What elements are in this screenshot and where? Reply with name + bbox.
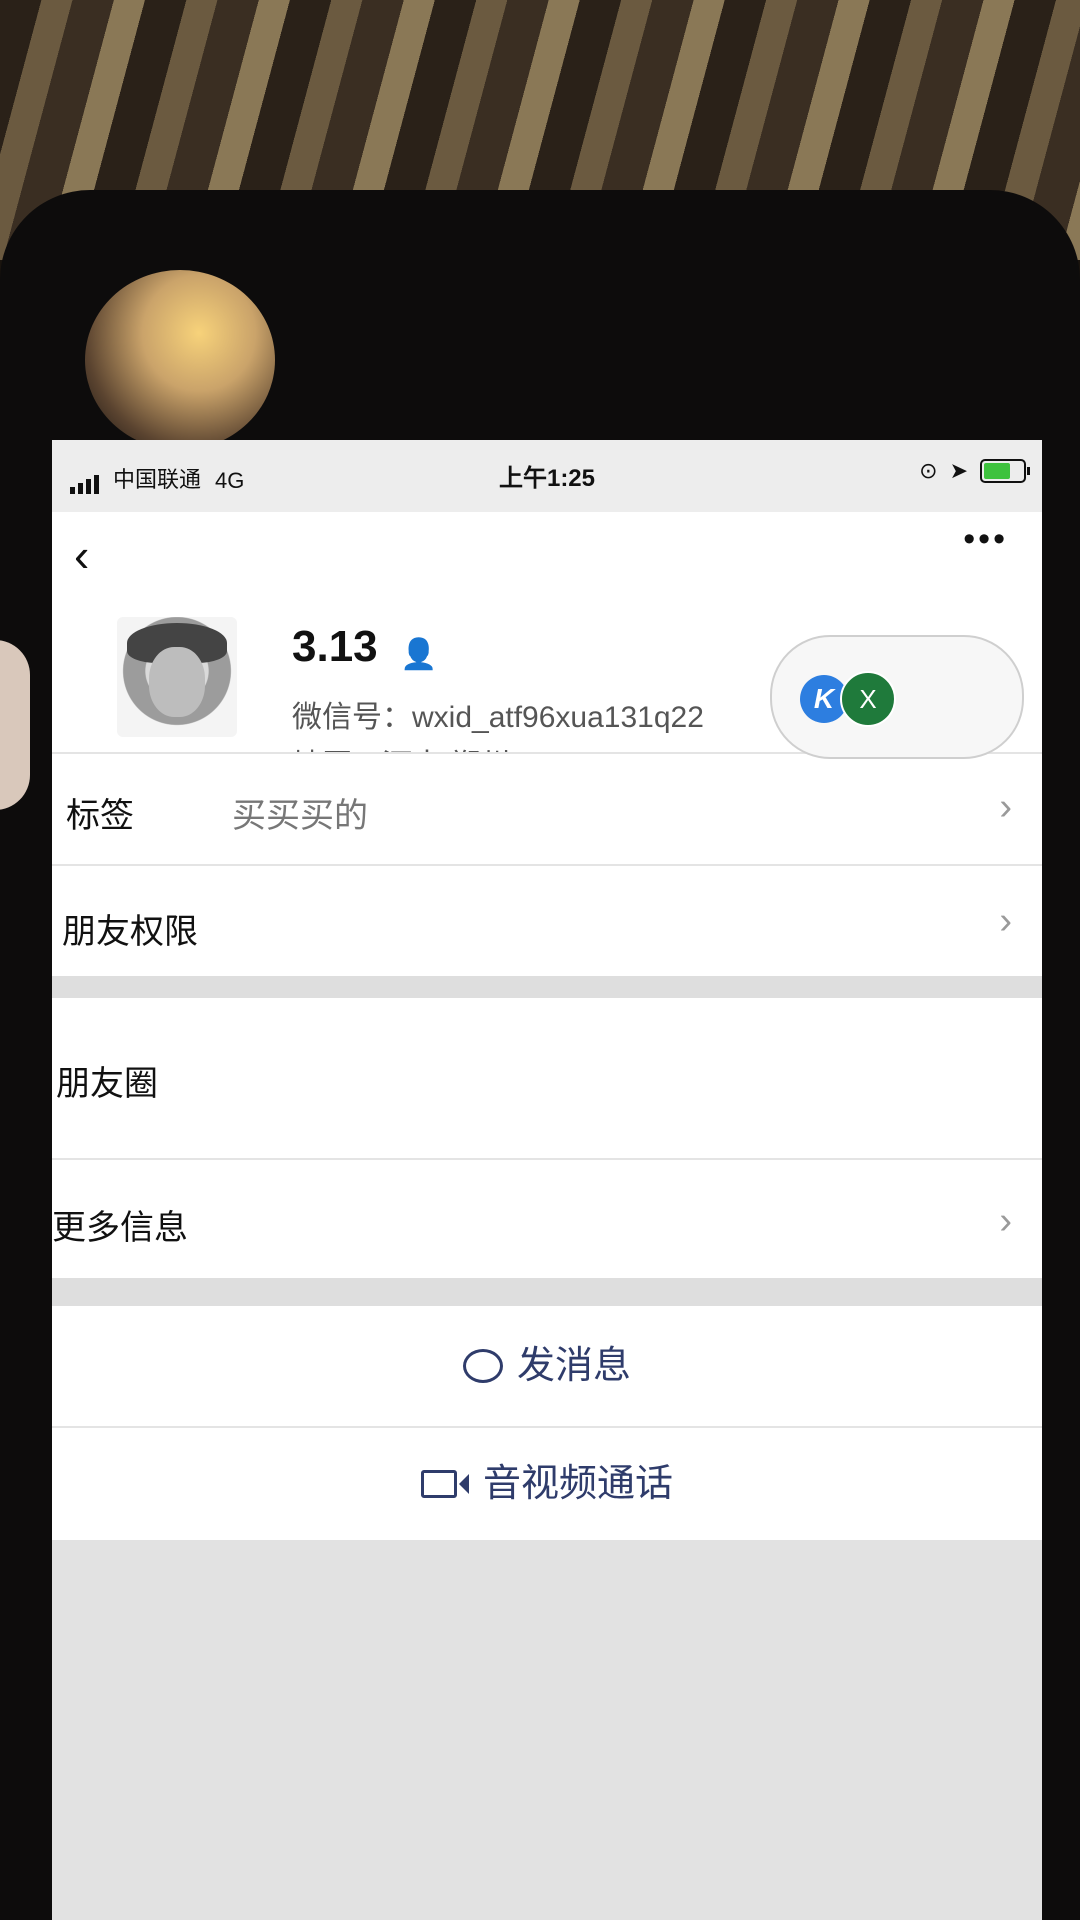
status-time: 上午1:25 bbox=[498, 465, 596, 492]
ellipsis-icon: ••• bbox=[963, 520, 1008, 558]
send-message-button[interactable]: 发消息 bbox=[52, 1306, 1042, 1426]
tags-row[interactable]: 标签 买买买的 › bbox=[52, 754, 1042, 864]
moments-row[interactable]: 朋友圈 bbox=[52, 998, 1042, 1158]
rotation-lock-icon: ⊙ bbox=[919, 458, 938, 483]
permissions-row[interactable]: 朋友权限 › bbox=[52, 866, 1042, 976]
section-gap bbox=[52, 1278, 1042, 1306]
bottom-area bbox=[52, 1540, 1042, 1920]
chevron-right-icon: › bbox=[999, 900, 1012, 942]
wechat-id: 微信号：wxid_atf96xua131q22 bbox=[292, 701, 704, 734]
back-button[interactable]: ‹ bbox=[74, 532, 89, 578]
contact-person-icon: 👤 bbox=[400, 638, 438, 671]
chat-bubble-icon bbox=[462, 1349, 503, 1383]
video-call-button[interactable]: 音视频通话 bbox=[52, 1428, 1042, 1540]
tags-label: 标签 bbox=[66, 797, 134, 835]
chevron-right-icon: › bbox=[999, 786, 1012, 828]
status-right: ⊙ ➤ bbox=[919, 458, 1030, 484]
moments-label: 朋友圈 bbox=[56, 1065, 158, 1103]
avatar[interactable] bbox=[117, 617, 237, 737]
location-icon: ➤ bbox=[949, 458, 968, 483]
video-camera-icon bbox=[420, 1470, 469, 1498]
battery-icon bbox=[980, 459, 1030, 483]
tags-value: 买买买的 bbox=[232, 797, 368, 835]
light-reflection bbox=[85, 270, 275, 450]
more-info-row[interactable]: 更多信息 › bbox=[52, 1160, 1042, 1278]
chevron-right-icon: › bbox=[999, 1200, 1012, 1242]
nickname: 3.13 bbox=[292, 622, 378, 671]
permissions-label: 朋友权限 bbox=[62, 913, 198, 951]
floating-widget[interactable]: K X bbox=[770, 635, 1024, 759]
more-info-label: 更多信息 bbox=[52, 1209, 188, 1247]
section-gap bbox=[52, 976, 1042, 998]
chevron-left-icon: ‹ bbox=[74, 529, 90, 581]
x-app-icon[interactable]: X bbox=[840, 671, 896, 727]
finger bbox=[0, 640, 30, 810]
status-bar: 中国联通 4G 上午1:25 ⊙ ➤ bbox=[52, 440, 1042, 512]
video-call-label: 音视频通话 bbox=[482, 1463, 673, 1505]
send-message-label: 发消息 bbox=[516, 1345, 631, 1387]
more-button[interactable]: ••• bbox=[963, 522, 1008, 556]
